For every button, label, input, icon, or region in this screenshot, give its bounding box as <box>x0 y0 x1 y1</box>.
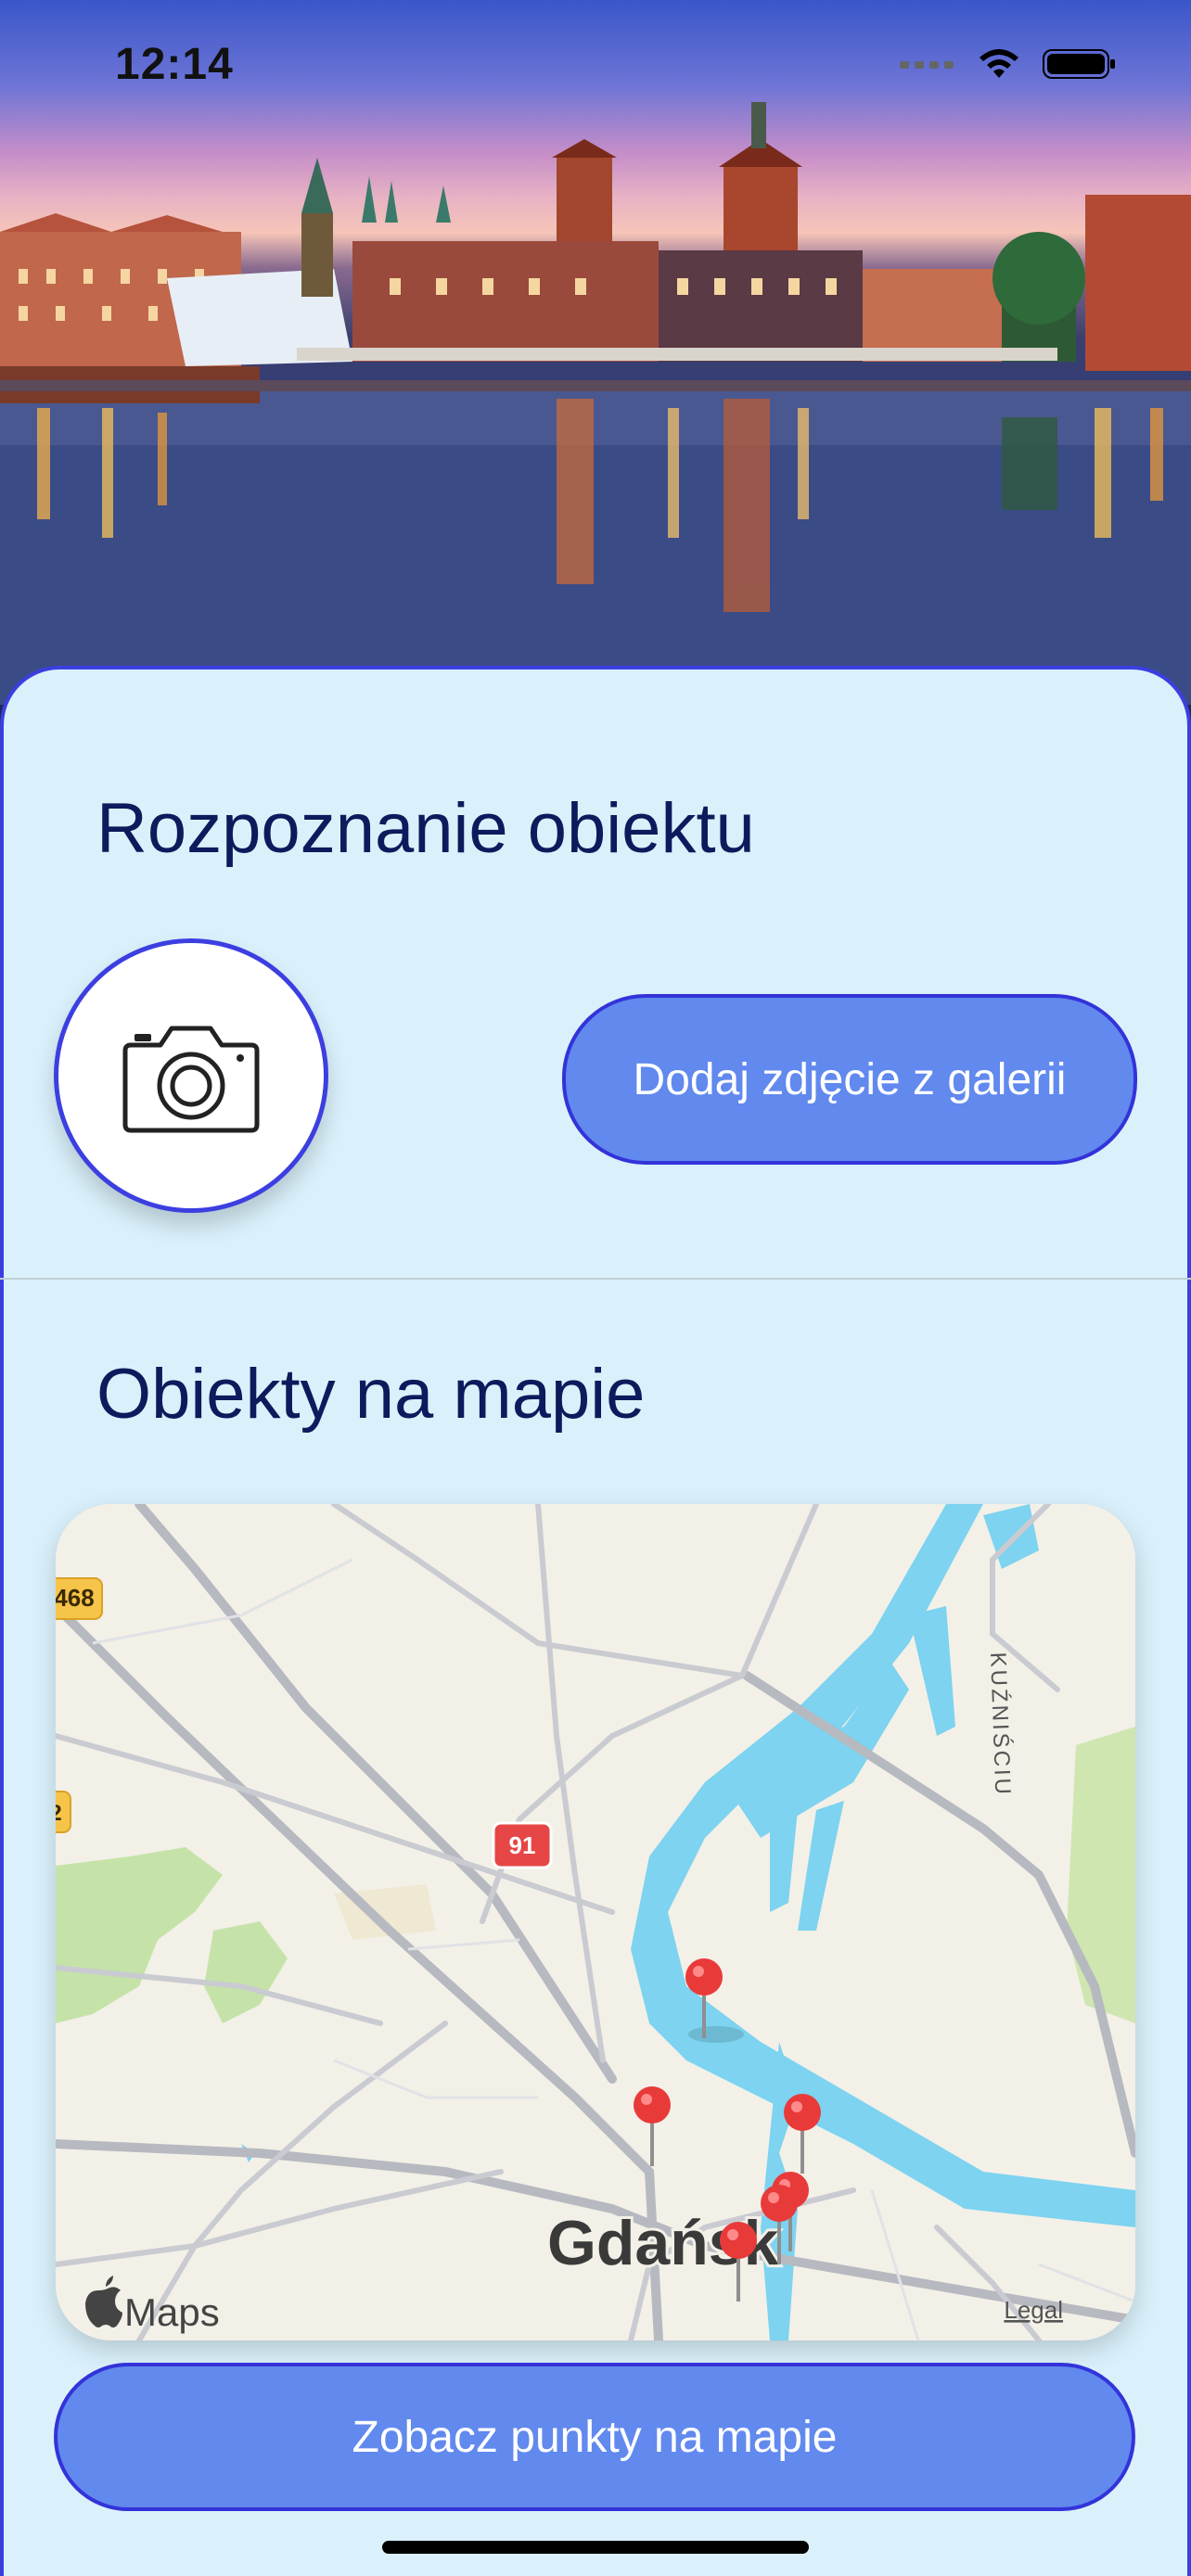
section-divider <box>0 1278 1191 1280</box>
map-canvas[interactable]: 468 2 91 KUŹNIŚCIU Gdańsk <box>56 1504 1135 2340</box>
svg-text:Maps: Maps <box>124 2290 220 2334</box>
gallery-button[interactable]: Dodaj zdjęcie z galerii <box>562 994 1137 1165</box>
street-label: KUŹNIŚCIU <box>985 1651 1016 1797</box>
show-points-button[interactable]: Zobacz punkty na mapie <box>54 2363 1135 2511</box>
battery-icon <box>1043 49 1115 79</box>
camera-icon <box>122 1026 260 1133</box>
map-section-title: Obiekty na mapie <box>96 1355 646 1434</box>
wifi-icon <box>980 49 1018 78</box>
camera-button[interactable] <box>54 938 328 1213</box>
recognition-title: Rozpoznanie obiektu <box>96 789 755 868</box>
status-bar: 12:14 <box>0 0 1191 139</box>
road-badge-91: 91 <box>509 1831 536 1859</box>
home-indicator[interactable] <box>382 2541 809 2554</box>
road-badge-468: 468 <box>56 1584 95 1612</box>
legal-link[interactable]: Legal <box>1004 2296 1063 2324</box>
map-view[interactable]: 468 2 91 KUŹNIŚCIU Gdańsk <box>56 1504 1135 2340</box>
road-badge-2: 2 <box>56 1801 62 1826</box>
cellular-signal-icon <box>900 61 954 69</box>
status-time: 12:14 <box>115 40 234 89</box>
